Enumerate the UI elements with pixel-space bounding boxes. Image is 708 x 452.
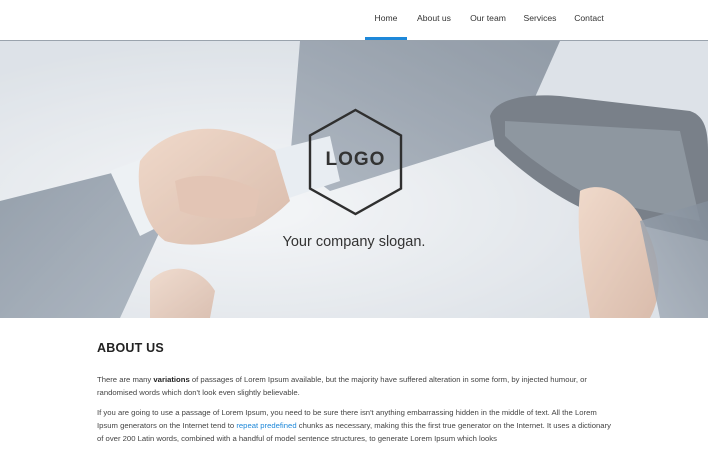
repeat-predefined-link[interactable]: repeat predefined <box>236 421 296 430</box>
company-slogan: Your company slogan. <box>282 234 426 250</box>
nav-services[interactable]: Services <box>521 0 559 40</box>
logo-text: LOGO <box>325 149 386 170</box>
about-paragraph-1: There are many variations of passages of… <box>97 375 587 397</box>
section-title: ABOUT US <box>97 341 164 355</box>
nav-home[interactable]: Home <box>365 0 407 40</box>
nav-contact[interactable]: Contact <box>571 0 607 40</box>
emphasis-text: variations <box>153 375 190 384</box>
company-logo: LOGO <box>306 107 405 217</box>
about-paragraph-2: If you are going to use a passage of Lor… <box>97 408 611 443</box>
about-section: ABOUT US There are many variations of pa… <box>97 341 617 452</box>
top-navigation: Home About us Our team Services Contact <box>0 0 708 41</box>
nav-about-us[interactable]: About us <box>414 0 454 40</box>
hero-banner: LOGO Your company slogan. <box>0 41 708 318</box>
nav-our-team[interactable]: Our team <box>466 0 510 40</box>
